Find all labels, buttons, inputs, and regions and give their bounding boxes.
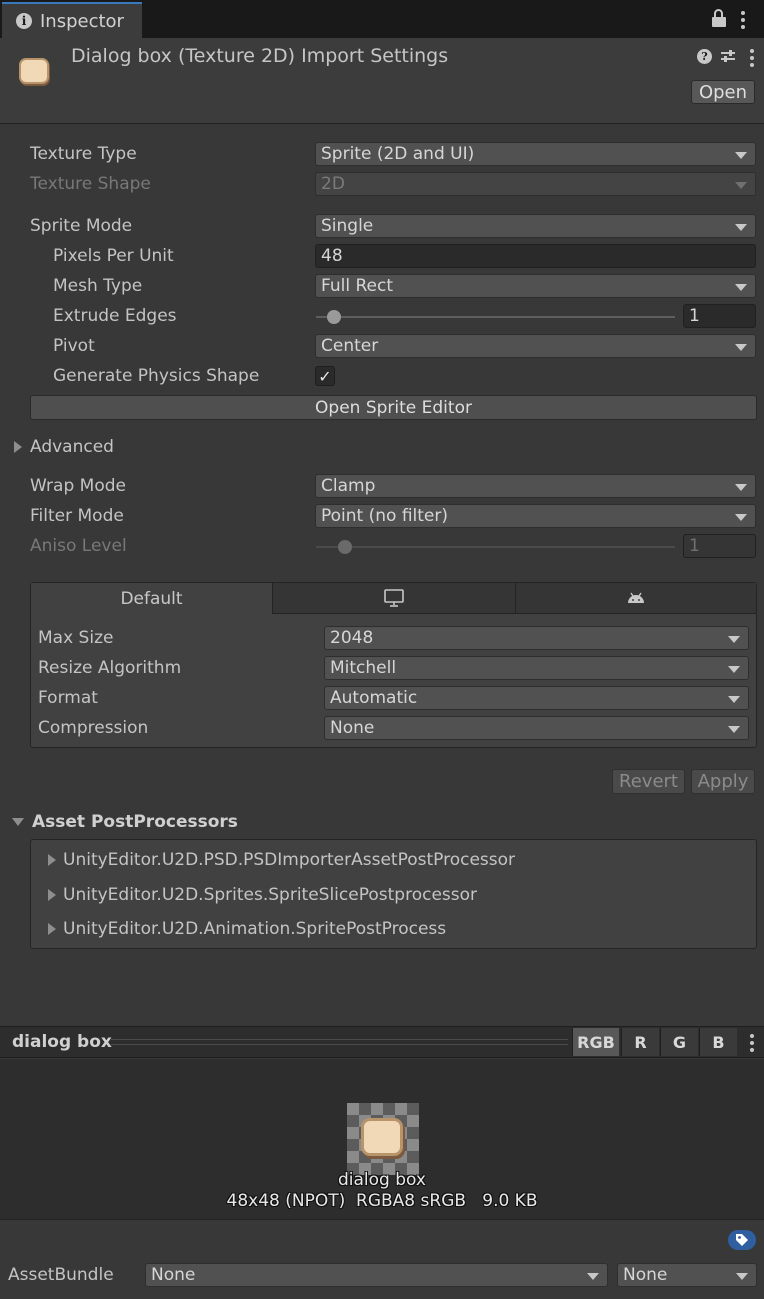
preview-toolbar: dialog box RGB R G B (0, 1026, 764, 1058)
filter-mode-dropdown[interactable]: Point (no filter) (315, 504, 756, 528)
asset-bundle-label: AssetBundle (8, 1265, 114, 1285)
asset-bundle-section: AssetBundle None None (0, 1219, 764, 1299)
preview-title: dialog box (12, 1032, 112, 1052)
help-icon[interactable]: ? (697, 49, 712, 64)
channel-r-button[interactable]: R (621, 1028, 659, 1056)
mesh-type-label: Mesh Type (53, 276, 143, 296)
preview-menu-icon[interactable] (750, 1034, 754, 1052)
max-size-dropdown[interactable]: 2048 (324, 626, 749, 650)
format-dropdown[interactable]: Automatic (324, 686, 749, 710)
inspector-tab-label: Inspector (40, 10, 124, 32)
pivot-dropdown[interactable]: Center (315, 334, 756, 358)
inspector-header: Dialog box (Texture 2D) Import Settings … (0, 38, 764, 124)
postprocessors-header[interactable]: Asset PostProcessors (32, 812, 238, 832)
channel-rgb-button[interactable]: RGB (572, 1028, 619, 1056)
texture-type-label: Texture Type (30, 144, 137, 164)
preview-asset-name: dialog box (338, 1170, 426, 1190)
postprocessors-list: UnityEditor.U2D.PSD.PSDImporterAssetPost… (30, 839, 757, 949)
generate-physics-label: Generate Physics Shape (53, 366, 260, 386)
sprite-mode-dropdown[interactable]: Single (315, 214, 756, 238)
tab-default-label: Default (120, 588, 183, 609)
tab-bar: i Inspector (0, 0, 764, 38)
aniso-level-field: 1 (683, 534, 756, 558)
tab-android[interactable] (516, 583, 756, 614)
resize-algorithm-label: Resize Algorithm (38, 658, 182, 678)
preview-area: dialog box 48x48 (NPOT) RGBA8 sRGB 9.0 K… (0, 1059, 764, 1219)
asset-bundle-variant-dropdown[interactable]: None (617, 1263, 757, 1287)
compression-label: Compression (38, 718, 149, 738)
sprite-mode-label: Sprite Mode (30, 216, 133, 236)
generate-physics-checkbox[interactable]: ✓ (315, 366, 335, 386)
texture-shape-dropdown: 2D (315, 172, 756, 196)
texture-type-dropdown[interactable]: Sprite (2D and UI) (315, 142, 756, 166)
asset-bundle-name-dropdown[interactable]: None (145, 1263, 608, 1287)
texture-asset-icon (19, 58, 49, 84)
postprocessor-expand-icon[interactable] (48, 854, 56, 866)
texture-preview-image (347, 1103, 419, 1175)
postprocessor-expand-icon[interactable] (48, 889, 56, 901)
label-tag-icon[interactable] (728, 1230, 756, 1250)
open-button[interactable]: Open (691, 80, 755, 104)
pivot-label: Pivot (53, 336, 95, 356)
wrap-mode-label: Wrap Mode (30, 476, 126, 496)
tab-default[interactable]: Default (31, 583, 273, 614)
android-icon (628, 592, 644, 603)
max-size-label: Max Size (38, 628, 114, 648)
lock-icon[interactable] (712, 9, 726, 27)
channel-g-button[interactable]: G (660, 1028, 698, 1056)
pixels-per-unit-label: Pixels Per Unit (53, 246, 174, 266)
compression-dropdown[interactable]: None (324, 716, 749, 740)
postprocessor-item[interactable]: UnityEditor.U2D.Sprites.SpriteSlicePostp… (63, 885, 477, 905)
monitor-icon (384, 589, 404, 607)
page-title: Dialog box (Texture 2D) Import Settings (71, 45, 449, 67)
platform-settings-box: Default Max Size 2048 Resize Algorithm M… (30, 582, 757, 748)
tab-standalone[interactable] (273, 583, 516, 614)
texture-shape-label: Texture Shape (30, 174, 151, 194)
header-menu-icon[interactable] (750, 49, 754, 67)
revert-button[interactable]: Revert (612, 769, 685, 794)
extrude-edges-slider-handle[interactable] (327, 310, 341, 324)
format-label: Format (38, 688, 98, 708)
mesh-type-dropdown[interactable]: Full Rect (315, 274, 756, 298)
pixels-per-unit-field[interactable]: 48 (315, 244, 756, 268)
preview-drag-handle[interactable] (111, 1039, 568, 1045)
resize-algorithm-dropdown[interactable]: Mitchell (324, 656, 749, 680)
inspector-tab[interactable]: i Inspector (2, 2, 142, 38)
postprocessors-collapse-icon[interactable] (12, 818, 24, 826)
aniso-level-slider-handle (338, 540, 352, 554)
extrude-edges-label: Extrude Edges (53, 306, 177, 326)
postprocessor-item[interactable]: UnityEditor.U2D.PSD.PSDImporterAssetPost… (63, 850, 515, 870)
wrap-mode-dropdown[interactable]: Clamp (315, 474, 756, 498)
presets-icon[interactable] (720, 48, 736, 64)
advanced-expand-icon[interactable] (14, 441, 22, 453)
tab-menu-icon[interactable] (741, 11, 745, 29)
postprocessor-item[interactable]: UnityEditor.U2D.Animation.SpritePostProc… (63, 919, 446, 939)
preview-asset-info: 48x48 (NPOT) RGBA8 sRGB 9.0 KB (226, 1191, 538, 1211)
advanced-foldout[interactable]: Advanced (30, 437, 114, 457)
extrude-edges-field[interactable]: 1 (683, 304, 756, 328)
aniso-level-label: Aniso Level (30, 536, 127, 556)
filter-mode-label: Filter Mode (30, 506, 124, 526)
extrude-edges-slider-track[interactable] (316, 316, 675, 318)
channel-b-button[interactable]: B (699, 1028, 737, 1056)
postprocessor-expand-icon[interactable] (48, 923, 56, 935)
open-sprite-editor-button[interactable]: Open Sprite Editor (30, 395, 757, 420)
info-icon: i (16, 13, 32, 29)
aniso-level-slider-track (316, 546, 675, 548)
apply-button[interactable]: Apply (691, 769, 755, 794)
